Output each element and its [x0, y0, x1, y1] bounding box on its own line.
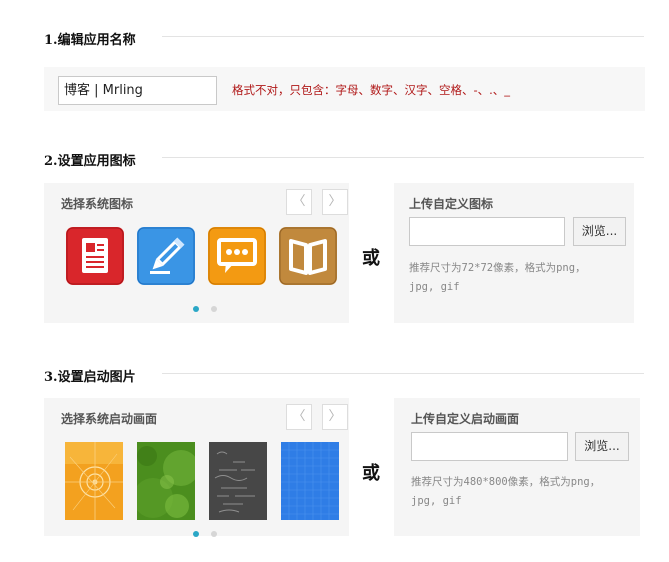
- or-label: 或: [362, 248, 380, 269]
- splash-thumb-blue[interactable]: [281, 442, 339, 520]
- section-title-app-name: 1.编辑应用名称: [44, 33, 136, 48]
- system-splash-label: 选择系统启动画面: [61, 412, 158, 426]
- document-icon[interactable]: [66, 227, 124, 285]
- icon-page-dot[interactable]: [211, 306, 217, 312]
- icon-prev-button[interactable]: 〈: [286, 189, 312, 215]
- icon-page-dot-active[interactable]: [193, 306, 199, 312]
- section-divider: [162, 36, 644, 37]
- icon-size-hint-line2: jpg, gif: [409, 281, 460, 293]
- book-icon[interactable]: [279, 227, 337, 285]
- splash-browse-button[interactable]: 浏览...: [575, 432, 629, 461]
- icon-next-button[interactable]: 〉: [322, 189, 348, 215]
- splash-thumb-green[interactable]: [137, 442, 195, 520]
- splash-file-input[interactable]: [411, 432, 568, 461]
- icon-browse-button[interactable]: 浏览...: [573, 217, 626, 246]
- pencil-icon[interactable]: [137, 227, 195, 285]
- splash-next-button[interactable]: 〉: [322, 404, 348, 430]
- section-title-app-icon: 2.设置应用图标: [44, 154, 136, 169]
- splash-page-dot-active[interactable]: [193, 531, 199, 537]
- custom-splash-label: 上传自定义启动画面: [411, 412, 520, 426]
- splash-page-dot[interactable]: [211, 531, 217, 537]
- system-icon-label: 选择系统图标: [61, 197, 134, 211]
- icon-size-hint-line1: 推荐尺寸为72*72像素，格式为png，: [409, 262, 586, 274]
- icon-file-input[interactable]: [409, 217, 565, 246]
- validation-error-message: 格式不对，只包含：字母、数字、汉字、空格、-、.、_: [232, 83, 511, 97]
- splash-size-hint-line1: 推荐尺寸为480*800像素，格式为png，: [411, 476, 601, 488]
- splash-prev-button[interactable]: 〈: [286, 404, 312, 430]
- chat-icon[interactable]: [208, 227, 266, 285]
- splash-size-hint-line2: jpg, gif: [411, 495, 462, 507]
- custom-icon-label: 上传自定义图标: [409, 197, 494, 211]
- section-divider: [162, 373, 644, 374]
- or-label: 或: [362, 463, 380, 484]
- section-title-splash: 3.设置启动图片: [44, 370, 136, 385]
- icon-size-hint: 推荐尺寸为72*72像素，格式为png， jpg, gif: [409, 259, 629, 297]
- section-divider: [162, 157, 644, 158]
- splash-size-hint: 推荐尺寸为480*800像素，格式为png， jpg, gif: [411, 473, 636, 511]
- app-name-input[interactable]: 博客 | Mrling: [58, 76, 217, 105]
- splash-thumb-orange[interactable]: [65, 442, 123, 520]
- splash-thumb-chalkboard[interactable]: [209, 442, 267, 520]
